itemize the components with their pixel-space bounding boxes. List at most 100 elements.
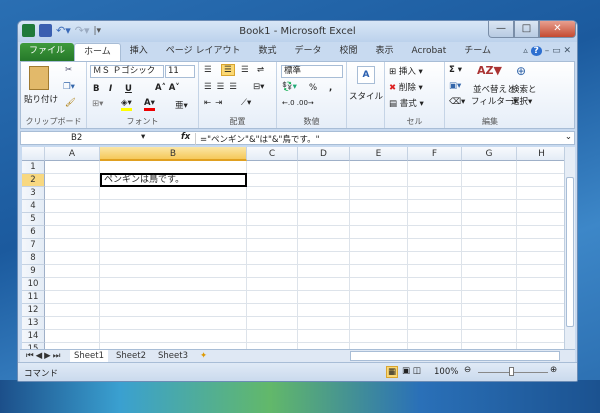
row-header-12[interactable]: 12 xyxy=(22,304,45,317)
sort-filter-button[interactable]: 並べ替えと xyxy=(473,83,516,95)
row-header-2[interactable]: 2 xyxy=(22,174,45,187)
format-painter-icon[interactable]: 🖌 xyxy=(65,98,76,108)
name-box-dropdown-icon[interactable]: ▾ xyxy=(141,132,145,142)
column-header-B[interactable]: B xyxy=(100,147,247,161)
column-header-A[interactable]: A xyxy=(45,147,100,161)
zoom-slider-thumb[interactable] xyxy=(509,367,514,376)
row-header-7[interactable]: 7 xyxy=(22,239,45,252)
column-header-D[interactable]: D xyxy=(298,147,350,161)
font-color-icon[interactable]: A▾ xyxy=(144,98,155,111)
row-header-3[interactable]: 3 xyxy=(22,187,45,200)
row-header-14[interactable]: 14 xyxy=(22,330,45,343)
comma-button[interactable]: , xyxy=(329,83,332,93)
borders-icon[interactable]: ⊞▾ xyxy=(92,99,103,109)
column-header-F[interactable]: F xyxy=(408,147,462,161)
format-cells-button[interactable]: ▤ 書式 ▾ xyxy=(389,97,424,109)
zoom-in-button[interactable]: ⊕ xyxy=(550,365,557,375)
select-label[interactable]: 選択▾ xyxy=(511,95,532,107)
clear-icon[interactable]: ⌫▾ xyxy=(449,97,465,107)
zoom-level[interactable]: 100% xyxy=(434,367,458,377)
fill-icon[interactable]: ▣▾ xyxy=(449,81,461,91)
number-format-select[interactable]: 標準 xyxy=(281,65,343,78)
maximize-button[interactable]: □ xyxy=(514,21,539,38)
row-header-8[interactable]: 8 xyxy=(22,252,45,265)
styles-button[interactable]: スタイル xyxy=(349,90,383,102)
bold-button[interactable]: B xyxy=(93,84,99,94)
cell-B2[interactable]: ペンギンは鳥です。 xyxy=(100,173,247,187)
currency-icon[interactable]: 💱▾ xyxy=(282,82,297,92)
row-header-6[interactable]: 6 xyxy=(22,226,45,239)
spreadsheet-grid[interactable]: A B C D E F G H 1 2 3 4 5 6 7 8 9 10 11 12 13 14 15 ペンギンは鳥です。 xyxy=(22,147,564,349)
delete-cells-button[interactable]: ✖ 削除 ▾ xyxy=(389,81,423,93)
tab-page-layout[interactable]: ページ レイアウト xyxy=(157,43,250,61)
row-header-1[interactable]: 1 xyxy=(22,161,45,174)
sheet-tab-1[interactable]: Sheet1 xyxy=(70,350,108,362)
column-header-C[interactable]: C xyxy=(247,147,298,161)
row-header-11[interactable]: 11 xyxy=(22,291,45,304)
indent-icons[interactable]: ⇤⇥ xyxy=(204,98,226,108)
tab-data[interactable]: データ xyxy=(285,43,330,61)
orientation-icon[interactable]: ⟋▾ xyxy=(241,98,251,108)
paste-button[interactable]: 貼り付け xyxy=(24,93,58,105)
align-middle-icon[interactable]: ☰ xyxy=(221,64,235,76)
tab-view[interactable]: 表示 xyxy=(367,43,403,61)
scroll-thumb[interactable] xyxy=(566,177,574,327)
grow-font-icon[interactable]: A˄ A˅ xyxy=(155,83,180,93)
percent-button[interactable]: % xyxy=(309,83,317,93)
expand-formula-icon[interactable]: ⌄ xyxy=(565,132,572,142)
select-all[interactable] xyxy=(22,147,45,161)
row-header-9[interactable]: 9 xyxy=(22,265,45,278)
tab-file[interactable]: ファイル xyxy=(20,43,75,61)
binoculars-icon[interactable]: ⊕ xyxy=(516,64,526,78)
name-box[interactable]: B2 xyxy=(71,133,82,143)
zoom-out-button[interactable]: ⊖ xyxy=(464,365,471,375)
paste-icon[interactable] xyxy=(29,66,49,90)
insert-sheet-icon[interactable]: ✦ xyxy=(196,350,211,362)
align-bottom-icon[interactable]: ☰ xyxy=(241,65,249,75)
align-top-icon[interactable]: ☰ xyxy=(204,65,212,75)
sort-filter-icon[interactable]: AZ▼ xyxy=(477,64,502,77)
help-icon[interactable]: ▵ ? – ▭ ✕ xyxy=(523,46,571,56)
wrap-text-icon[interactable]: ⇌ xyxy=(257,65,264,75)
tab-review[interactable]: 校閲 xyxy=(330,43,366,61)
page-layout-view-icon[interactable]: ▣ ◫ xyxy=(402,366,421,376)
close-button[interactable]: ✕ xyxy=(539,21,576,38)
tab-formulas[interactable]: 数式 xyxy=(249,43,285,61)
find-select-button[interactable]: 検索と xyxy=(511,83,537,95)
gridline xyxy=(516,161,517,349)
font-name-select[interactable]: ＭＳ Ｐゴシック xyxy=(90,65,164,78)
minimize-button[interactable]: — xyxy=(488,21,514,38)
row-header-4[interactable]: 4 xyxy=(22,200,45,213)
styles-icon[interactable]: A xyxy=(357,66,375,84)
sheet-tab-3[interactable]: Sheet3 xyxy=(154,350,192,362)
column-header-E[interactable]: E xyxy=(350,147,408,161)
tab-home[interactable]: ホーム xyxy=(74,43,121,61)
cut-icon[interactable]: ✂ xyxy=(65,65,72,75)
decimal-icons[interactable]: ←.0 .00→ xyxy=(282,99,314,107)
underline-button[interactable]: U xyxy=(125,84,132,94)
phonetic-icon[interactable]: 亜▾ xyxy=(175,99,188,111)
column-header-H[interactable]: H xyxy=(517,147,564,161)
normal-view-icon[interactable]: ▦ xyxy=(386,366,399,378)
horizontal-align-icons[interactable]: ☰☰☰ xyxy=(204,82,242,92)
insert-cells-button[interactable]: ⊞ 挿入 ▾ xyxy=(389,65,423,77)
fx-button[interactable]: fx xyxy=(181,132,190,142)
copy-icon[interactable]: ❐▾ xyxy=(63,82,75,92)
row-header-13[interactable]: 13 xyxy=(22,317,45,330)
column-header-G[interactable]: G xyxy=(462,147,517,161)
fill-color-icon[interactable]: ◈▾ xyxy=(121,98,132,111)
tab-acrobat[interactable]: Acrobat xyxy=(403,43,456,61)
horizontal-scrollbar[interactable] xyxy=(350,351,560,361)
row-header-5[interactable]: 5 xyxy=(22,213,45,226)
tab-insert[interactable]: 挿入 xyxy=(121,43,157,61)
sheet-nav-icons[interactable]: ⏮◀▶⏭ xyxy=(22,350,66,362)
merge-icon[interactable]: ⊟▾ xyxy=(253,82,264,92)
vertical-scrollbar[interactable] xyxy=(564,147,575,349)
autosum-button[interactable]: Σ ▾ xyxy=(449,65,462,75)
sheet-tab-2[interactable]: Sheet2 xyxy=(112,350,150,362)
formula-input[interactable]: ="ペンギン"&"は"&"鳥です。" xyxy=(195,133,565,145)
tab-team[interactable]: チーム xyxy=(455,43,500,61)
font-size-select[interactable]: 11 xyxy=(165,65,195,78)
row-header-10[interactable]: 10 xyxy=(22,278,45,291)
italic-button[interactable]: I xyxy=(109,84,112,94)
